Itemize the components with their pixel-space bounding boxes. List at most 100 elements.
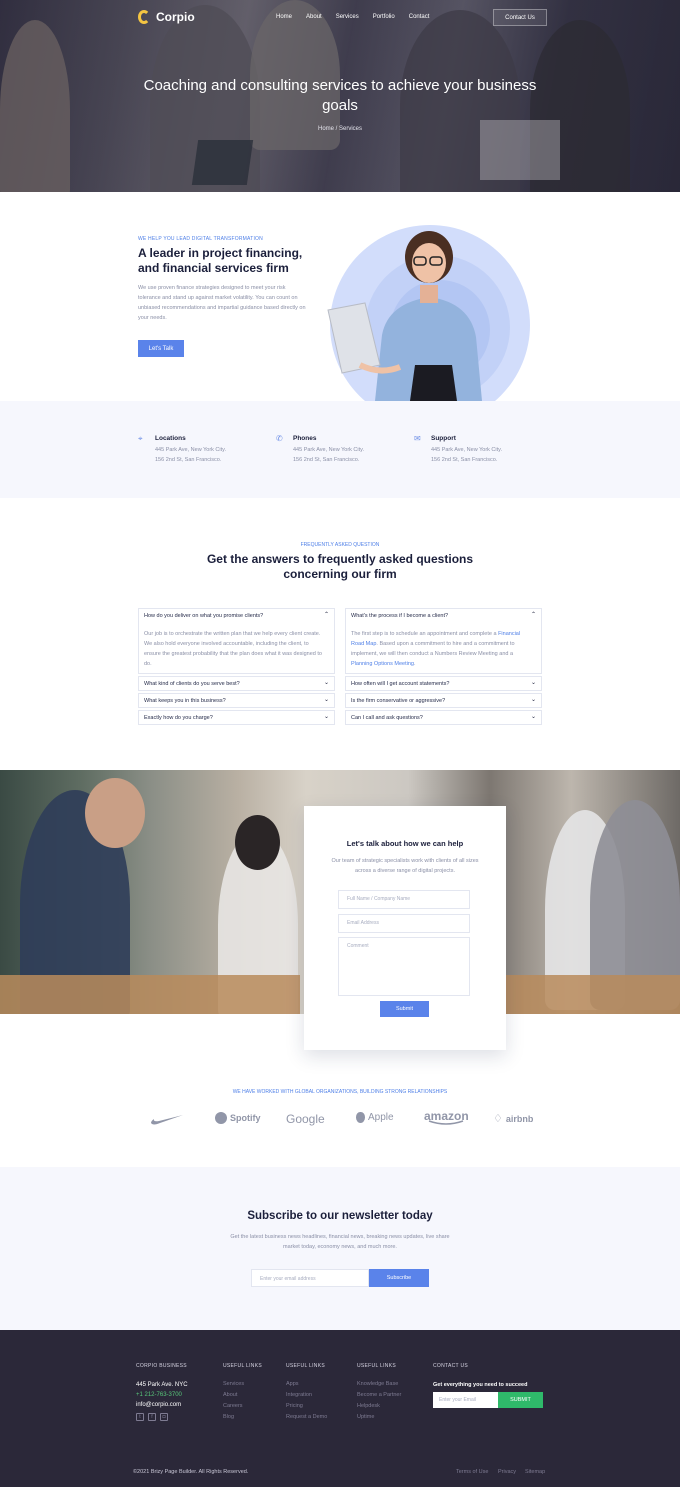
intro-heading: A leader in project financing, and finan… (138, 246, 303, 275)
faq-item-open[interactable]: What's the process if I become a client?… (345, 608, 542, 674)
faq-answer: The first step is to schedule an appoint… (351, 629, 534, 669)
subscribe-button[interactable]: Subscribe (369, 1269, 429, 1287)
faq-item-open[interactable]: How do you deliver on what you promise c… (138, 608, 335, 674)
terms-link[interactable]: Terms of Use (456, 1469, 488, 1475)
phone-icon: ✆ (276, 434, 283, 443)
chevron-down-icon[interactable]: ⌄ (531, 713, 536, 720)
faq-question[interactable]: Is the firm conservative or aggressive? (351, 698, 445, 704)
page: Corpio Home About Services Portfolio Con… (0, 0, 680, 1487)
faq-item[interactable]: Exactly how do you charge? ⌄ (138, 710, 335, 725)
faq-answer-text: . Based upon a commitment to hire and a … (351, 641, 515, 657)
faq-question[interactable]: Exactly how do you charge? (144, 715, 213, 721)
footer-link-about[interactable]: About (223, 1392, 237, 1398)
faq-question[interactable]: How do you deliver on what you promise c… (144, 613, 263, 619)
faq-item[interactable]: Can I call and ask questions? ⌄ (345, 710, 542, 725)
apple-logo: Apple (356, 1112, 394, 1123)
footer-link-become-partner[interactable]: Become a Partner (357, 1392, 401, 1398)
twitter-icon[interactable]: t (136, 1413, 144, 1421)
businesswoman-photo (320, 225, 490, 401)
faq-item[interactable]: What keeps you in this business? ⌄ (138, 693, 335, 708)
footer-link-helpdesk[interactable]: Helpdesk (357, 1403, 380, 1409)
nav-services[interactable]: Services (336, 14, 359, 20)
faq-question[interactable]: What's the process if I become a client? (351, 613, 448, 619)
footer-heading: USEFUL LINKS (357, 1363, 396, 1369)
info-title: Locations (155, 435, 186, 442)
google-logo: Google (286, 1112, 325, 1126)
planning-options-link[interactable]: Planning Options Meeting (351, 661, 414, 667)
location-pin-icon: ⌖ (138, 434, 143, 443)
hero-photo-laptop (480, 120, 560, 180)
chevron-down-icon[interactable]: ⌄ (531, 696, 536, 703)
footer-email[interactable]: info@corpio.com (136, 1402, 181, 1408)
footer-link-integration[interactable]: Integration (286, 1392, 312, 1398)
facebook-icon[interactable]: f (148, 1413, 156, 1421)
nav-portfolio[interactable]: Portfolio (373, 14, 395, 20)
footer-email-input[interactable]: Enter your Email (433, 1392, 498, 1408)
apple-icon (356, 1112, 365, 1123)
faq-question[interactable]: How often will I get account statements? (351, 681, 449, 687)
footer-phone[interactable]: +1 212-763-3700 (136, 1392, 182, 1398)
footer-submit-button[interactable]: SUBMIT (498, 1392, 543, 1408)
info-title: Phones (293, 435, 317, 442)
nav-about[interactable]: About (306, 14, 322, 20)
chevron-down-icon[interactable]: ⌄ (324, 713, 329, 720)
comment-textarea[interactable]: Comment (338, 937, 470, 996)
chevron-down-icon[interactable]: ⌄ (324, 696, 329, 703)
footer-address: 445 Park Ave. NYC (136, 1382, 188, 1388)
envelope-icon: ✉ (414, 434, 421, 443)
lets-talk-button[interactable]: Let's Talk (138, 340, 184, 357)
main-nav: Home About Services Portfolio Contact (276, 14, 443, 20)
footer-link-blog[interactable]: Blog (223, 1414, 234, 1420)
nav-contact[interactable]: Contact (409, 14, 430, 20)
amazon-logo: amazon (424, 1109, 469, 1125)
submit-button[interactable]: Submit (380, 1001, 429, 1017)
footer-link-careers[interactable]: Careers (223, 1403, 243, 1409)
nav-home[interactable]: Home (276, 14, 292, 20)
meeting-photo-head (235, 815, 280, 870)
info-line: 445 Park Ave, New York City. (431, 447, 503, 453)
info-line: 445 Park Ave, New York City. (155, 447, 227, 453)
info-title: Support (431, 435, 456, 442)
faq-question[interactable]: Can I call and ask questions? (351, 715, 423, 721)
amazon-smile-icon (429, 1120, 464, 1125)
breadcrumb[interactable]: Home / Services (240, 126, 440, 132)
email-input[interactable]: Email Address (338, 914, 470, 933)
spotify-wordmark: Spotify (230, 1113, 261, 1123)
faq-item[interactable]: How often will I get account statements?… (345, 676, 542, 691)
chevron-up-icon[interactable]: ⌃ (324, 611, 329, 618)
faq-question[interactable]: What keeps you in this business? (144, 698, 226, 704)
apple-wordmark: Apple (368, 1112, 394, 1123)
chevron-up-icon[interactable]: ⌃ (531, 611, 536, 618)
instagram-icon[interactable]: ◘ (160, 1413, 168, 1421)
footer (0, 1330, 680, 1487)
footer-heading: USEFUL LINKS (223, 1363, 262, 1369)
airbnb-wordmark: airbnb (505, 1113, 534, 1124)
footer-link-services[interactable]: Services (223, 1381, 244, 1387)
faq-answer: Our job is to orchestrate the written pl… (144, 631, 322, 667)
privacy-link[interactable]: Privacy (498, 1469, 516, 1475)
clients-eyebrow: WE HAVE WORKED WITH GLOBAL ORGANIZATIONS… (232, 1089, 448, 1095)
name-input[interactable]: Full Name / Company Name (338, 890, 470, 909)
sitemap-link[interactable]: Sitemap (525, 1469, 545, 1475)
faq-heading: Get the answers to frequently asked ques… (206, 552, 474, 581)
footer-heading: CORPIO BUSINESS (136, 1363, 187, 1369)
faq-item[interactable]: What kind of clients do you serve best? … (138, 676, 335, 691)
chevron-down-icon[interactable]: ⌄ (324, 679, 329, 686)
footer-link-uptime[interactable]: Uptime (357, 1414, 374, 1420)
newsletter-email-input[interactable]: Enter your email address (251, 1269, 369, 1287)
chevron-down-icon[interactable]: ⌄ (531, 679, 536, 686)
faq-question[interactable]: What kind of clients do you serve best? (144, 681, 240, 687)
intro-eyebrow: WE HELP YOU LEAD DIGITAL TRANSFORMATION (138, 236, 263, 242)
nike-logo (150, 1114, 184, 1126)
brand-logo[interactable]: Corpio (138, 10, 195, 24)
airbnb-icon: ♢ (493, 1113, 503, 1125)
newsletter-heading: Subscribe to our newsletter today (247, 1210, 433, 1222)
page-title: Coaching and consulting services to achi… (143, 77, 537, 114)
footer-link-request-demo[interactable]: Request a Demo (286, 1414, 327, 1420)
footer-link-pricing[interactable]: Pricing (286, 1403, 303, 1409)
info-line: 156 2nd St, San Francisco. (431, 457, 498, 463)
contact-us-button[interactable]: Contact Us (493, 9, 547, 26)
footer-link-apps[interactable]: Apps (286, 1381, 299, 1387)
footer-link-knowledge-base[interactable]: Knowledge Base (357, 1381, 398, 1387)
faq-item[interactable]: Is the firm conservative or aggressive? … (345, 693, 542, 708)
